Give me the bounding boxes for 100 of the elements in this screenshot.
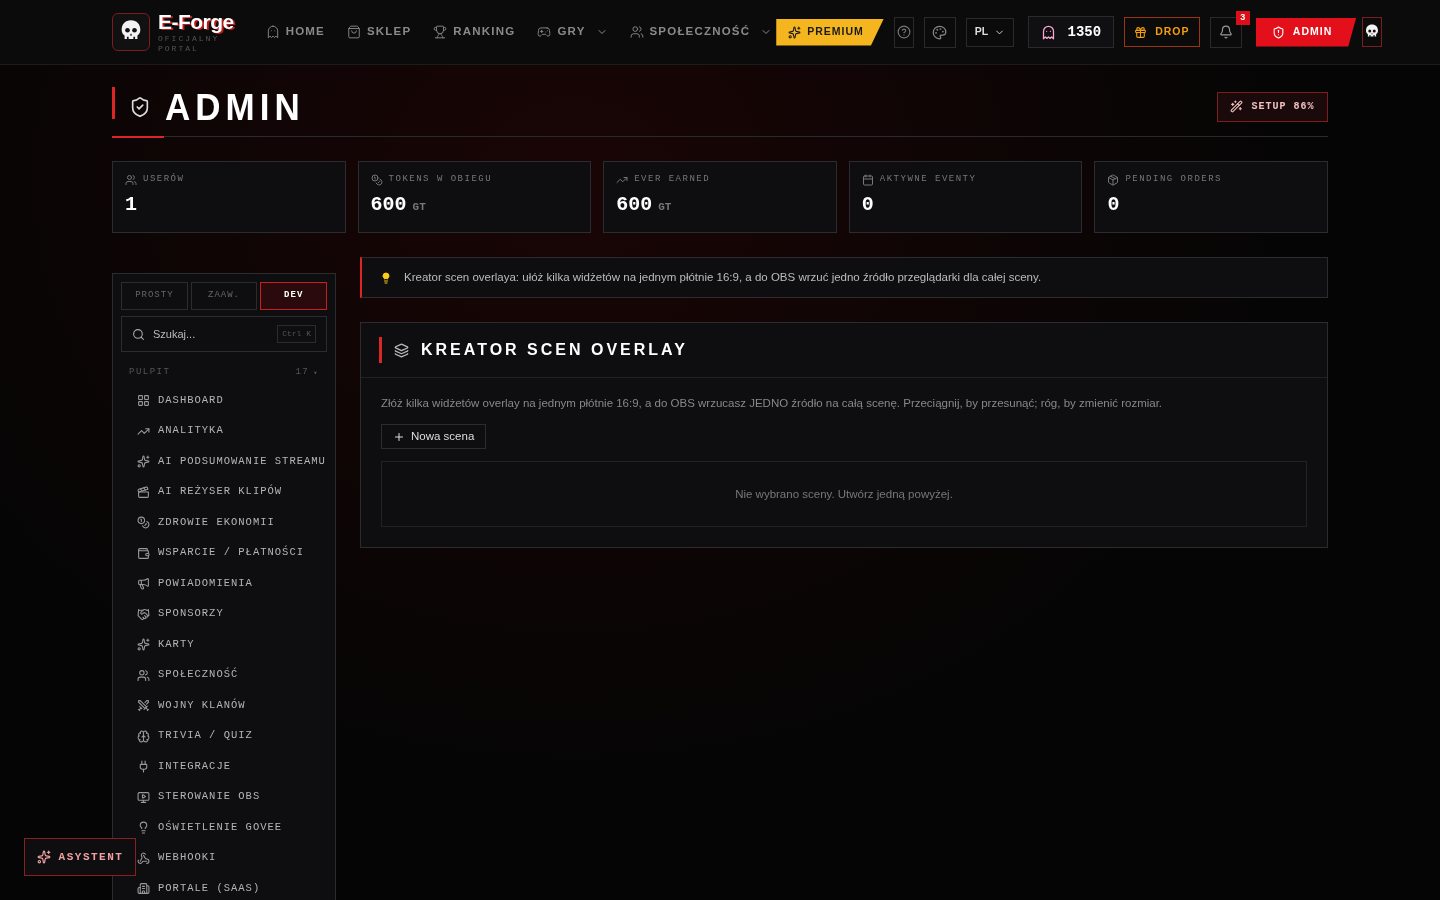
mode-tab[interactable]: DEV	[260, 282, 327, 310]
avatar[interactable]	[1362, 17, 1383, 47]
sparkles-icon	[788, 25, 802, 39]
help-button[interactable]	[893, 16, 914, 48]
stat-label: TOKENS W OBIEGU	[388, 173, 493, 186]
sidebar-item[interactable]: WEBHOOKI	[137, 843, 217, 874]
gift-icon	[1134, 25, 1148, 39]
help-icon	[896, 25, 911, 39]
drop-button[interactable]: DROP	[1123, 17, 1200, 47]
webhook-icon	[137, 851, 150, 865]
stat-label: EVER EARNED	[634, 173, 711, 186]
sidebar-item[interactable]: PORTALE (SAAS)	[137, 873, 261, 900]
handshake-icon	[137, 607, 150, 621]
sidebar-item[interactable]: POWIADOMIENIA	[137, 568, 253, 599]
mode-tab[interactable]: ZAAW.	[190, 282, 258, 310]
page-title: ADMIN	[165, 88, 305, 125]
sidebar-item[interactable]: OŚWIETLENIE GOVEE	[137, 812, 283, 843]
grid-icon	[137, 394, 150, 408]
sidebar-item[interactable]: SPONSORZY	[137, 599, 224, 630]
sidebar-item[interactable]: DASHBOARD	[137, 385, 224, 416]
brain-icon	[137, 729, 150, 743]
plug-icon	[137, 760, 150, 774]
sidebar-item[interactable]: WOJNY KLANÓW	[137, 690, 246, 721]
stat-label: USERÓW	[143, 173, 185, 186]
stat-unit: GT	[658, 199, 672, 215]
stat-unit: GT	[412, 199, 426, 215]
assistant-button[interactable]: ASYSTENT	[24, 838, 136, 876]
stat-value: 600	[616, 194, 653, 215]
shield-icon	[1271, 25, 1285, 39]
lightbulb-icon	[137, 821, 150, 835]
nav-link[interactable]: RANKING	[429, 23, 520, 41]
clapperboard-icon	[137, 485, 150, 499]
megaphone-icon	[137, 577, 150, 591]
sidebar-item[interactable]: ZDROWIE EKONOMII	[137, 507, 275, 538]
shield-check-icon	[129, 95, 151, 118]
sidebar-item[interactable]: TRIVIA / QUIZ	[137, 721, 253, 752]
lightbulb-icon	[380, 271, 392, 284]
shortcut-hint: Ctrl K	[277, 325, 316, 343]
plus-icon	[393, 430, 405, 443]
tip-text: Kreator scen overlaya: ułóż kilka widżetów na jednym płótnie 16:9, a do OBS wrzuć jedno źródło przeglądarki dla całej sceny.	[404, 269, 1042, 285]
layers-icon	[394, 342, 409, 358]
sidebar-item[interactable]: AI PODSUMOWANIE STREAMU	[137, 446, 326, 477]
building-icon	[137, 882, 150, 896]
users-icon	[137, 668, 150, 682]
sidebar-item[interactable]: STEROWANIE OBS	[137, 782, 261, 813]
notifications-button[interactable]	[1209, 16, 1242, 48]
stat-value: 0	[1107, 194, 1120, 215]
admin-button[interactable]: ADMIN	[1255, 17, 1357, 47]
stat-label: PENDING ORDERS	[1125, 173, 1222, 186]
brand-name: E-Forge	[158, 10, 234, 32]
theme-button[interactable]	[923, 16, 956, 48]
setup-button[interactable]: SETUP 86%	[1217, 91, 1328, 122]
stat-label: AKTYWNE EVENTY	[879, 173, 977, 186]
shopping-bag-icon	[347, 25, 361, 39]
stat-value: 600	[370, 194, 407, 215]
language-select[interactable]: PL	[965, 17, 1014, 47]
panel-description: Złóż kilka widżetów overlay na jednym płótnie 16:9, a do OBS wrzucasz JEDNO źródło na całą scenę. Przeciągnij, by przesunąć; róg, by zmienić rozmiar.	[381, 396, 1164, 411]
stat-value: 1	[125, 194, 137, 215]
sparkles-icon	[137, 638, 150, 652]
sidebar-item[interactable]: ANALITYKA	[137, 416, 224, 447]
panel-title: KREATOR SCEN OVERLAY	[421, 340, 688, 360]
token-count: 1350	[1067, 22, 1102, 42]
coins-icon	[137, 516, 150, 530]
nav-link[interactable]: SPOŁECZNOŚĆ	[625, 23, 777, 41]
wand-icon	[1230, 100, 1244, 113]
monitor-icon	[137, 790, 150, 804]
nav-link[interactable]: SKLEP	[343, 23, 416, 41]
sidebar-item[interactable]: WSPARCIE / PŁATNOŚCI	[137, 538, 305, 569]
search-input[interactable]: Szukaj...	[153, 325, 270, 343]
notification-badge: 3	[1235, 10, 1250, 25]
section-count: 17	[295, 366, 310, 379]
package-icon	[1107, 173, 1120, 186]
nav-link[interactable]: HOME	[261, 23, 329, 41]
search-icon	[132, 327, 145, 341]
sidebar-item[interactable]: AI REŻYSER KLIPÓW	[137, 477, 283, 508]
sidebar-item[interactable]: INTEGRACJE	[137, 751, 231, 782]
sidebar-item[interactable]: SPOŁECZNOŚĆ	[137, 660, 239, 691]
coins-icon	[370, 173, 383, 186]
trophy-icon	[433, 25, 448, 39]
gamepad-icon	[537, 25, 552, 39]
stat-value: 0	[861, 194, 874, 215]
brand-tagline: OFICJALNY PORTAL	[158, 33, 221, 54]
swords-icon	[137, 699, 150, 713]
palette-icon	[932, 24, 948, 40]
ghost-icon	[265, 25, 280, 39]
bell-icon	[1218, 25, 1233, 39]
users-icon	[125, 173, 137, 186]
sparkles-icon	[36, 850, 51, 864]
calendar-icon	[861, 173, 874, 186]
token-balance[interactable]: 1350	[1027, 16, 1114, 48]
new-scene-button[interactable]: Nowa scena	[381, 424, 487, 450]
sparkles-icon	[137, 455, 150, 469]
logo[interactable]	[112, 13, 150, 51]
sidebar-item[interactable]: KARTY	[137, 629, 195, 660]
premium-button[interactable]: PREMIUM	[776, 18, 884, 46]
section-title: PULPIT	[129, 366, 171, 379]
empty-message: Nie wybrano sceny. Utwórz jedną powyżej.	[735, 486, 953, 502]
nav-link[interactable]: GRY	[533, 23, 612, 41]
users-icon	[629, 25, 644, 39]
ghost-icon	[1040, 24, 1056, 40]
